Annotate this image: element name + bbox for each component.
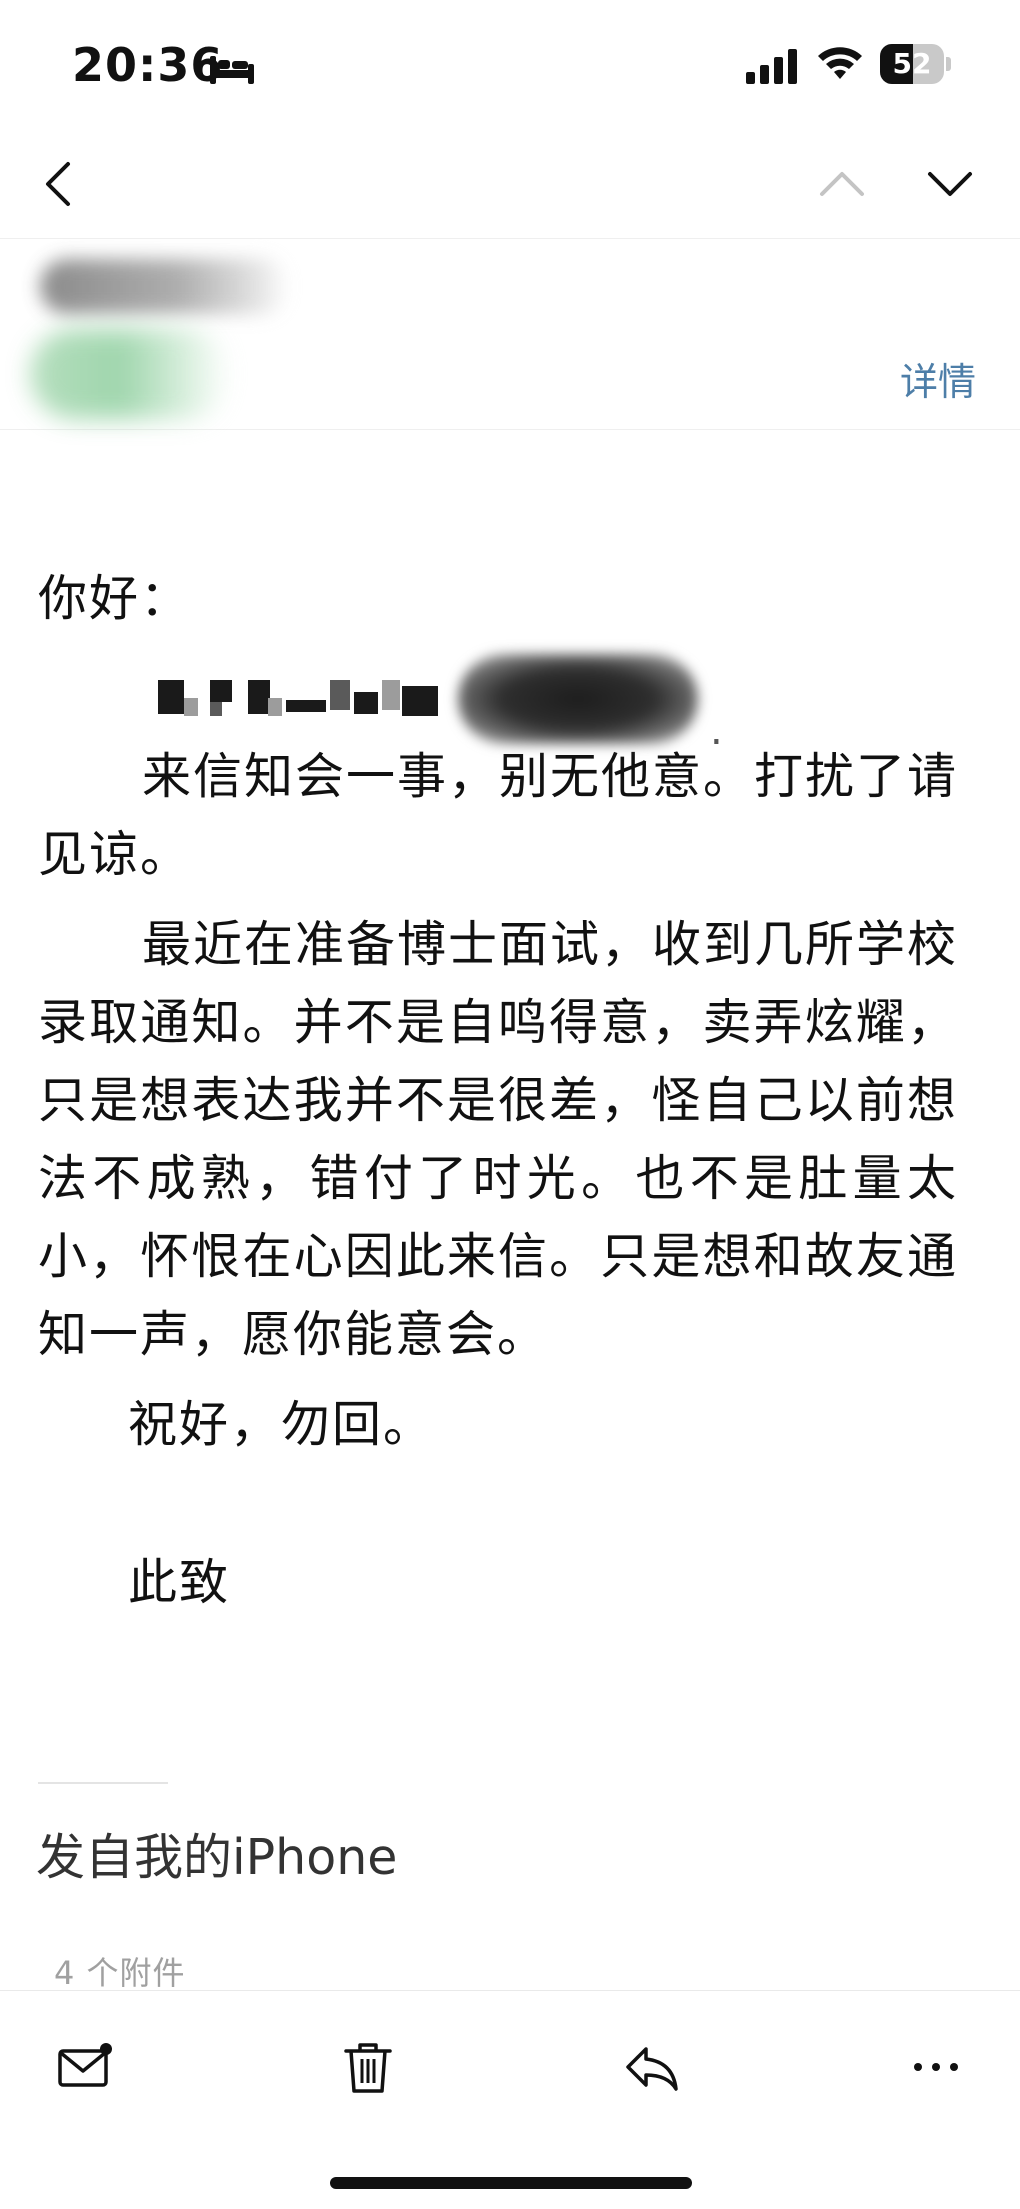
email-closing: 祝好，勿回。 bbox=[128, 1396, 435, 1453]
redaction-block bbox=[210, 680, 232, 702]
chevron-up-icon[interactable] bbox=[810, 152, 874, 216]
wifi-icon bbox=[818, 47, 862, 79]
recipient-name-redacted bbox=[458, 654, 698, 744]
redaction-block bbox=[248, 680, 270, 714]
status-bar: 20:36 52 bbox=[0, 0, 1020, 130]
attachments-label[interactable]: 4 个附件 bbox=[54, 1948, 186, 1994]
redaction-block bbox=[382, 680, 400, 710]
reply-icon bbox=[626, 2047, 678, 2091]
redaction-block bbox=[184, 698, 198, 716]
nav-bar bbox=[0, 130, 1020, 239]
redaction-block bbox=[354, 692, 378, 714]
redaction-block bbox=[402, 686, 438, 716]
reply-button[interactable] bbox=[620, 2035, 684, 2099]
chevron-down-icon[interactable] bbox=[918, 152, 982, 216]
redaction-block bbox=[268, 698, 282, 716]
status-time: 20:36 bbox=[72, 38, 224, 92]
bottom-toolbar bbox=[0, 1990, 1020, 2209]
details-link[interactable]: 详情 bbox=[900, 351, 976, 406]
sender-name-redacted bbox=[40, 259, 290, 314]
redaction-block bbox=[330, 680, 350, 710]
battery-level: 52 bbox=[892, 47, 932, 80]
email-signature: 发自我的iPhone bbox=[36, 1829, 398, 1886]
more-button[interactable] bbox=[904, 2035, 968, 2099]
mark-unread-button[interactable] bbox=[54, 2035, 118, 2099]
trash-icon bbox=[344, 2043, 392, 2093]
redaction-block bbox=[158, 680, 184, 714]
recipient-line-redacted: . bbox=[38, 638, 958, 754]
battery-indicator: 52 bbox=[880, 44, 952, 84]
bed-icon bbox=[210, 56, 254, 84]
mail-unread-icon bbox=[58, 2043, 112, 2087]
battery-body: 52 bbox=[880, 44, 944, 84]
email-paragraph-1: 来信知会一事，别无他意。打扰了请见谅。 bbox=[38, 748, 959, 883]
chevron-left-icon[interactable] bbox=[30, 152, 94, 216]
redaction-dot: . bbox=[710, 708, 725, 754]
email-body: 你好： . 来信知会一事，别无他意。打扰了请见谅。 最近在准备博士面试，收到几所… bbox=[38, 560, 958, 1622]
email-sign-off: 此致 bbox=[128, 1554, 231, 1611]
sender-address-redacted bbox=[30, 329, 230, 419]
redaction-block bbox=[286, 700, 326, 712]
signature-divider bbox=[38, 1782, 168, 1784]
email-paragraph-2: 最近在准备博士面试，收到几所学校录取通知。并不是自鸣得意，卖弄炫耀，只是想表达我… bbox=[38, 916, 959, 1363]
sender-header: 详情 bbox=[0, 239, 1020, 430]
redaction-block bbox=[210, 702, 222, 716]
email-greeting: 你好： bbox=[38, 570, 192, 627]
battery-cap bbox=[946, 57, 951, 71]
home-indicator[interactable] bbox=[330, 2177, 692, 2189]
cellular-signal-icon bbox=[746, 49, 797, 84]
more-icon bbox=[914, 2063, 958, 2071]
delete-button[interactable] bbox=[336, 2035, 400, 2099]
